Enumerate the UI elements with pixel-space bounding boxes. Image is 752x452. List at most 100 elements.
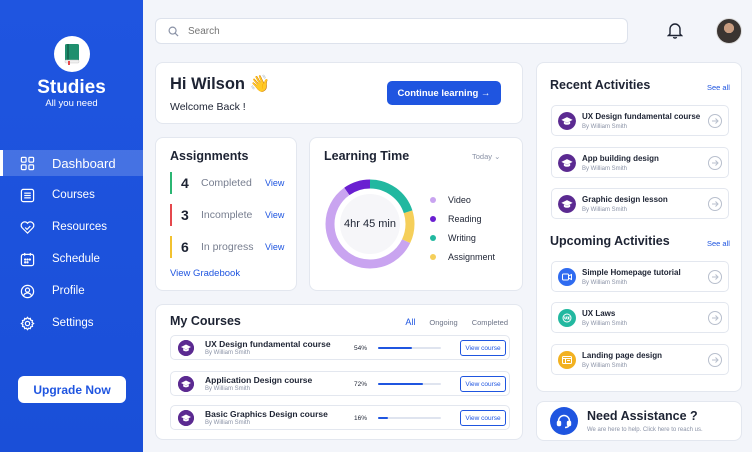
legend-label: Video: [448, 194, 471, 205]
assignments-card: Assignments 4 Completed View 3 Incomplet…: [155, 137, 297, 291]
assistance-title: Need Assistance ?: [587, 409, 698, 423]
recent-activity-row[interactable]: Graphic design lesson By William Smith: [551, 188, 729, 219]
need-assistance-card[interactable]: Need Assistance ? We are here to help. C…: [536, 401, 742, 441]
progress-track: [378, 347, 441, 349]
arrow-right-icon[interactable]: [708, 353, 722, 367]
sidebar-nav: Dashboard Courses Resources Schedule Pro…: [0, 150, 143, 342]
user-icon: [20, 284, 35, 298]
activity-title: Simple Homepage tutorial: [582, 268, 681, 277]
upcoming-activity-row[interactable]: Simple Homepage tutorial By William Smit…: [551, 261, 729, 292]
search-input[interactable]: [188, 25, 608, 37]
graduation-cap-icon: [558, 154, 576, 172]
graduation-cap-icon: [558, 112, 576, 130]
graduation-cap-icon: [178, 376, 194, 392]
legend-dot: [430, 253, 436, 260]
legend-item-reading: Reading: [430, 209, 495, 228]
search-bar[interactable]: [155, 18, 628, 44]
grid-icon: [20, 156, 35, 170]
assignment-label: Completed: [201, 177, 252, 189]
book-icon: [64, 44, 80, 65]
activity-author: By William Smith: [582, 280, 628, 286]
period-dropdown[interactable]: Today ⌄: [472, 152, 500, 161]
legend-dot: [430, 196, 436, 203]
arrow-right-icon[interactable]: [708, 156, 722, 170]
course-row: Application Design course By William Smi…: [170, 371, 510, 396]
continue-learning-button[interactable]: Continue learning →: [387, 81, 501, 105]
activity-author: By William Smith: [582, 166, 628, 172]
activity-title: Landing page design: [582, 351, 663, 360]
status-bar: [170, 204, 172, 226]
activity-title: App building design: [582, 154, 659, 163]
upgrade-now-button[interactable]: Upgrade Now: [18, 376, 126, 403]
progress-fill: [378, 347, 413, 349]
graduation-cap-icon: [178, 340, 194, 356]
legend-dot: [430, 234, 436, 241]
arrow-right-icon[interactable]: [708, 114, 722, 128]
sidebar-item-profile[interactable]: Profile: [0, 278, 143, 304]
sidebar-item-label: Schedule: [52, 253, 100, 265]
graduation-cap-icon: [558, 195, 576, 213]
sidebar: Studies All you need Dashboard Courses R…: [0, 0, 143, 452]
app-logo: [54, 36, 90, 72]
view-incomplete-link[interactable]: View: [265, 210, 284, 220]
learning-time-card: Learning Time Today ⌄ 4hr 45 min Video R…: [309, 137, 523, 291]
user-avatar[interactable]: [716, 18, 742, 44]
view-in-progress-link[interactable]: View: [265, 242, 284, 252]
view-gradebook-link[interactable]: View Gradebook: [170, 268, 240, 279]
search-icon: [168, 26, 179, 37]
tab-all[interactable]: All: [405, 317, 415, 327]
view-completed-link[interactable]: View: [265, 178, 284, 188]
learning-time-title: Learning Time: [324, 149, 410, 163]
upcoming-activities-title: Upcoming Activities: [550, 234, 670, 248]
progress-fill: [378, 417, 389, 419]
sidebar-item-resources[interactable]: Resources: [0, 214, 143, 240]
legend-dot: [430, 215, 436, 222]
arrow-right-icon[interactable]: [708, 197, 722, 211]
bell-icon[interactable]: [667, 22, 683, 39]
total-time: 4hr 45 min: [344, 218, 396, 230]
learning-time-legend: Video Reading Writing Assignment: [430, 190, 495, 266]
tab-ongoing[interactable]: Ongoing: [429, 318, 457, 327]
arrow-right-icon[interactable]: [708, 270, 722, 284]
recent-activity-row[interactable]: UX Design fundamental course By William …: [551, 105, 729, 136]
upcoming-activity-row[interactable]: UX Laws By William Smith: [551, 302, 729, 333]
course-author: By William Smith: [205, 420, 251, 426]
view-course-button[interactable]: View course: [460, 376, 506, 392]
course-row: Basic Graphics Design course By William …: [170, 405, 510, 430]
course-title: Basic Graphics Design course: [205, 409, 328, 419]
sidebar-item-schedule[interactable]: Schedule: [0, 246, 143, 272]
assignments-title: Assignments: [170, 149, 249, 163]
sidebar-item-label: Resources: [52, 221, 107, 233]
tab-completed[interactable]: Completed: [472, 318, 508, 327]
recent-see-all-link[interactable]: See all: [707, 83, 730, 92]
legend-label: Writing: [448, 232, 476, 243]
upcoming-activity-row[interactable]: Landing page design By William Smith: [551, 344, 729, 375]
sidebar-item-settings[interactable]: Settings: [0, 310, 143, 336]
activities-card: Recent Activities See all UX Design fund…: [536, 62, 742, 392]
sidebar-item-dashboard[interactable]: Dashboard: [0, 150, 143, 176]
assistance-subtitle: We are here to help. Click here to reach…: [587, 427, 703, 433]
activity-author: By William Smith: [582, 207, 628, 213]
view-course-button[interactable]: View course: [460, 410, 506, 426]
greeting: Hi Wilson 👋: [170, 75, 271, 93]
activity-author: By William Smith: [582, 321, 628, 327]
upcoming-see-all-link[interactable]: See all: [707, 239, 730, 248]
sidebar-item-label: Settings: [52, 317, 94, 329]
sidebar-item-courses[interactable]: Courses: [0, 182, 143, 208]
assignment-row-incomplete: 3 Incomplete View: [170, 204, 290, 226]
welcome-card: Hi Wilson 👋 Welcome Back ! Continue lear…: [155, 62, 523, 124]
assignment-label: Incomplete: [201, 209, 253, 221]
activity-author: By William Smith: [582, 124, 628, 130]
arrow-right-icon[interactable]: [708, 311, 722, 325]
recent-activity-row[interactable]: App building design By William Smith: [551, 147, 729, 178]
assignment-row-completed: 4 Completed View: [170, 172, 290, 194]
calendar-icon: [20, 252, 35, 266]
status-bar: [170, 172, 172, 194]
ux-badge-icon: [558, 309, 576, 327]
activity-title: UX Design fundamental course: [582, 112, 701, 121]
view-course-button[interactable]: View course: [460, 340, 506, 356]
progress-fill: [378, 383, 424, 385]
course-tabs: All Ongoing Completed: [391, 317, 508, 327]
status-bar: [170, 236, 172, 258]
assignment-count: 4: [181, 175, 189, 191]
